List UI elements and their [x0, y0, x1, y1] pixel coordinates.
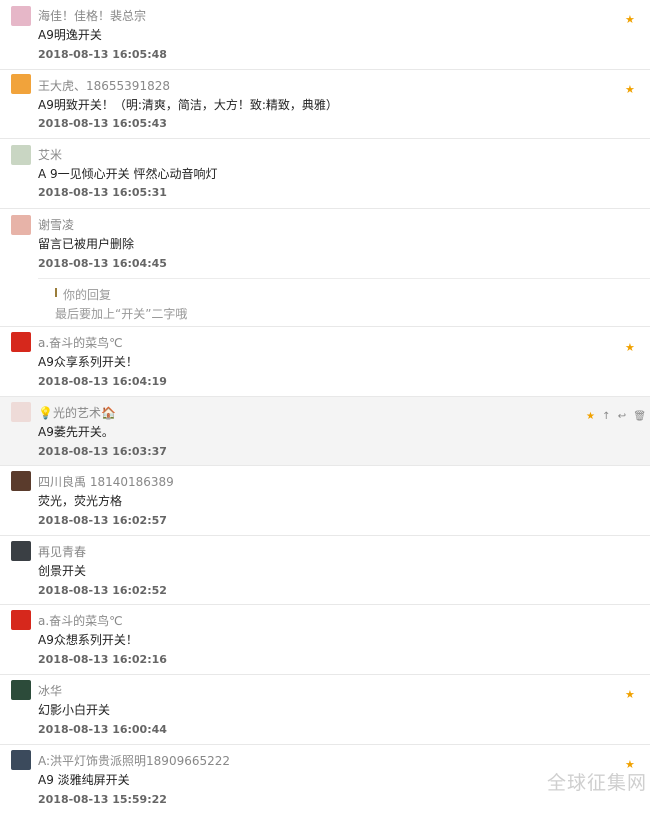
avatar-building-icon[interactable]	[11, 750, 31, 770]
reply-text: 最后要加上“开关”二字哦	[55, 307, 188, 321]
tiger-avatar-icon[interactable]	[11, 74, 31, 94]
star-icon[interactable]: ★	[625, 84, 635, 96]
comment-item: 再见青春 创景开关 2018-08-13 16:02:52	[0, 536, 650, 605]
comment-text: 幻影小白开关	[38, 703, 111, 717]
flag-avatar-icon[interactable]	[11, 332, 31, 352]
commenter-name[interactable]: a.奋斗的菜鸟℃	[38, 612, 123, 629]
avatar-person-icon[interactable]	[11, 215, 31, 235]
comment-time: 2018-08-13 16:00:44	[38, 723, 167, 736]
comment-item: 四川良禹 18140186389 荧光，荧光方格 2018-08-13 16:0…	[0, 466, 650, 536]
comment-time: 2018-08-13 16:04:19	[38, 375, 167, 388]
flag-avatar-icon[interactable]	[11, 610, 31, 630]
commenter-name[interactable]: 艾米	[38, 146, 62, 163]
avatar-person-icon[interactable]	[11, 145, 31, 165]
comment-item: 海佳！佳格！裴总宗 A9明逸开关 2018-08-13 16:05:48 ★	[0, 0, 650, 70]
comment-item: a.奋斗的菜鸟℃ A9众享系列开关！ 2018-08-13 16:04:19 ★	[0, 327, 650, 397]
comment-text: A9明逸开关	[38, 28, 102, 42]
commenter-name[interactable]: 海佳！佳格！裴总宗	[38, 7, 146, 24]
comment-text: A9众享系列开关！	[38, 355, 138, 369]
comment-item: a.奋斗的菜鸟℃ A9众想系列开关！ 2018-08-13 16:02:16	[0, 605, 650, 675]
star-icon[interactable]: ★	[625, 689, 635, 701]
comment-time: 2018-08-13 16:05:48	[38, 48, 167, 61]
comment-item: 王大虎、18655391828 A9明致开关！（明:清爽，简洁，大方！致:精致，…	[0, 70, 650, 139]
comment-text: 留言已被用户删除	[38, 237, 135, 251]
comment-text: 创景开关	[38, 564, 87, 578]
reply-divider	[38, 278, 650, 279]
comment-time: 2018-08-13 15:59:22	[38, 793, 167, 806]
pin-top-icon[interactable]: ↑	[602, 411, 610, 422]
comment-text: A 9一见倾心开关 怦然心动音响灯	[38, 167, 218, 181]
comment-time: 2018-08-13 16:05:43	[38, 117, 167, 130]
comment-time: 2018-08-13 16:02:52	[38, 584, 167, 597]
comment-time: 2018-08-13 16:03:37	[38, 445, 167, 458]
comment-time: 2018-08-13 16:04:45	[38, 257, 167, 270]
comment-item: 💡光的艺术🏠 A9萎先开关。 2018-08-13 16:03:37 ★ ↑ ↩…	[0, 397, 650, 466]
star-icon[interactable]: ★	[586, 411, 595, 422]
avatar-pink-icon[interactable]	[11, 6, 31, 26]
commenter-name[interactable]: 再见青春	[38, 543, 86, 560]
commenter-name[interactable]: A:洪平灯饰贵派照明18909665222	[38, 752, 230, 769]
comment-text: 荧光，荧光方格	[38, 494, 123, 508]
comment-text: A9萎先开关。	[38, 425, 114, 439]
watermark: 全球征集网	[547, 772, 648, 794]
avatar-dark-icon[interactable]	[11, 541, 31, 561]
avatar-light-icon[interactable]	[11, 402, 31, 422]
comment-text: A9 淡雅纯屏开关	[38, 773, 130, 787]
commenter-name[interactable]: 王大虎、18655391828	[38, 77, 170, 94]
reply-icon[interactable]: ↩	[618, 411, 626, 422]
commenter-name[interactable]: 谢雪凌	[38, 216, 74, 233]
avatar-dark-icon[interactable]	[11, 471, 31, 491]
commenter-name[interactable]: 四川良禹 18140186389	[38, 473, 174, 490]
comment-list: 海佳！佳格！裴总宗 A9明逸开关 2018-08-13 16:05:48 ★ 王…	[0, 0, 650, 815]
comment-item: 艾米 A 9一见倾心开关 怦然心动音响灯 2018-08-13 16:05:31	[0, 139, 650, 209]
reply-label: 你的回复	[63, 288, 112, 302]
comment-item: 谢雪凌 留言已被用户删除 2018-08-13 16:04:45 你的回复 最后…	[0, 209, 650, 327]
comment-time: 2018-08-13 16:05:31	[38, 186, 167, 199]
star-icon[interactable]: ★	[625, 14, 635, 26]
commenter-name[interactable]: 💡光的艺术🏠	[38, 404, 116, 421]
comment-time: 2018-08-13 16:02:16	[38, 653, 167, 666]
reply-marker	[55, 288, 57, 297]
comment-time: 2018-08-13 16:02:57	[38, 514, 167, 527]
delete-icon[interactable]: 🗑	[633, 411, 646, 422]
avatar-person-icon[interactable]	[11, 680, 31, 700]
comment-actions: ★ ↑ ↩ 🗑	[586, 411, 650, 422]
star-icon[interactable]: ★	[625, 342, 635, 354]
comment-text: A9众想系列开关！	[38, 633, 138, 647]
comment-text: A9明致开关！（明:清爽，简洁，大方！致:精致，典雅）	[38, 98, 338, 112]
commenter-name[interactable]: 冰华	[38, 682, 62, 699]
commenter-name[interactable]: a.奋斗的菜鸟℃	[38, 334, 123, 351]
comment-item: 冰华 幻影小白开关 2018-08-13 16:00:44 ★	[0, 675, 650, 745]
